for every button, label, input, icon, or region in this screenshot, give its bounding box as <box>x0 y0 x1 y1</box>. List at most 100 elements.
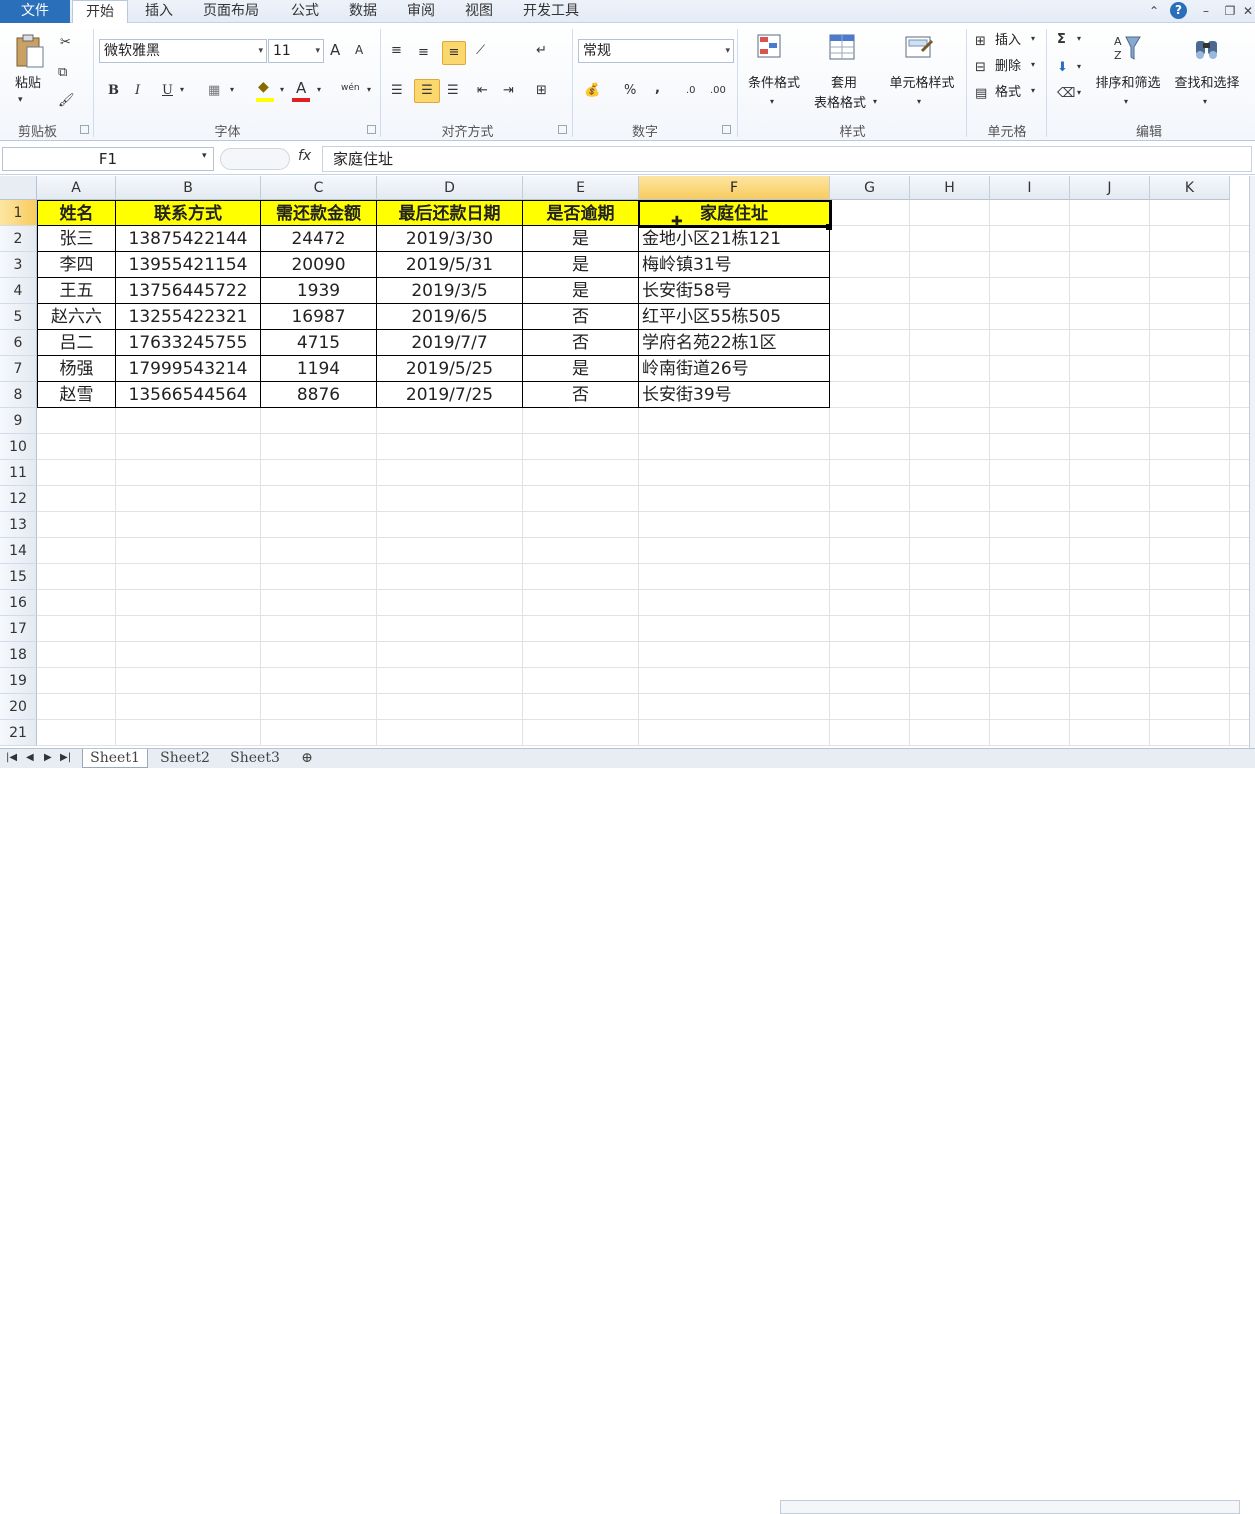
column-header-h[interactable]: H <box>910 176 990 200</box>
chevron-down-icon[interactable]: ▾ <box>367 85 371 94</box>
conditional-format-icon[interactable] <box>756 33 786 63</box>
table-cell[interactable]: 金地小区21栋121 <box>639 226 830 252</box>
wrap-text-icon[interactable]: ↵ <box>536 43 547 58</box>
table-cell[interactable]: 13566544564 <box>116 382 261 408</box>
format-painter-icon[interactable]: 🖌 <box>58 93 75 108</box>
table-cell[interactable]: 张三 <box>37 226 116 252</box>
table-cell[interactable]: 李四 <box>37 252 116 278</box>
shrink-font-icon[interactable]: A <box>355 43 363 57</box>
table-cell[interactable]: 2019/3/5 <box>377 278 523 304</box>
font-color-icon[interactable]: A <box>296 79 306 97</box>
chevron-down-icon[interactable]: ▾ <box>917 97 921 106</box>
chevron-down-icon[interactable]: ▾ <box>1203 97 1207 106</box>
row-header-13[interactable]: 13 <box>0 512 37 538</box>
table-cell[interactable]: 红平小区55栋505 <box>639 304 830 330</box>
italic-button[interactable]: I <box>135 83 140 98</box>
column-header-k[interactable]: K <box>1150 176 1230 200</box>
table-cell[interactable]: 17999543214 <box>116 356 261 382</box>
row-header-19[interactable]: 19 <box>0 668 37 694</box>
tab-review[interactable]: 审阅 <box>407 0 435 23</box>
delete-cells-icon[interactable]: ⊟ <box>975 60 986 75</box>
column-header-c[interactable]: C <box>261 176 377 200</box>
format-cells-button[interactable]: 格式 <box>995 84 1021 102</box>
column-header-f[interactable]: F <box>639 176 830 200</box>
currency-icon[interactable]: 💰 <box>584 83 600 98</box>
paste-dropdown-icon[interactable]: ▾ <box>18 95 23 105</box>
row-header-4[interactable]: 4 <box>0 278 37 304</box>
table-cell[interactable]: 是 <box>523 226 639 252</box>
cell-styles-icon[interactable] <box>904 33 934 63</box>
table-cell[interactable]: 赵六六 <box>37 304 116 330</box>
font-launcher-icon[interactable] <box>367 125 376 134</box>
table-header-cell[interactable]: 是否逾期 <box>523 200 639 226</box>
row-header-11[interactable]: 11 <box>0 460 37 486</box>
number-launcher-icon[interactable] <box>722 125 731 134</box>
decrease-indent-icon[interactable]: ⇤ <box>477 83 488 98</box>
cut-icon[interactable]: ✂ <box>60 35 71 50</box>
decrease-decimal-button[interactable]: .00 <box>710 85 726 96</box>
column-header-g[interactable]: G <box>830 176 910 200</box>
format-cells-icon[interactable]: ▤ <box>975 86 987 101</box>
format-as-table-button[interactable]: 表格格式 <box>808 95 872 113</box>
tab-page-layout[interactable]: 页面布局 <box>203 0 259 23</box>
sheet-tab-1[interactable]: Sheet1 <box>82 749 148 768</box>
chevron-down-icon[interactable]: ▾ <box>230 85 234 94</box>
column-header-d[interactable]: D <box>377 176 523 200</box>
table-cell[interactable]: 2019/3/30 <box>377 226 523 252</box>
help-icon[interactable]: ? <box>1170 2 1187 19</box>
orientation-icon[interactable]: ⟋ <box>476 43 485 58</box>
table-cell[interactable]: 2019/6/5 <box>377 304 523 330</box>
table-cell[interactable]: 1194 <box>261 356 377 382</box>
table-cell[interactable]: 是 <box>523 356 639 382</box>
table-cell[interactable]: 13875422144 <box>116 226 261 252</box>
sheet-tab-2[interactable]: Sheet2 <box>152 749 218 768</box>
restore-icon[interactable]: ❐ <box>1222 2 1238 20</box>
alignment-launcher-icon[interactable] <box>558 125 567 134</box>
delete-cells-button[interactable]: 删除 <box>995 58 1021 76</box>
insert-cells-icon[interactable]: ⊞ <box>975 34 986 49</box>
autosum-icon[interactable]: Σ <box>1057 32 1066 47</box>
row-header-6[interactable]: 6 <box>0 330 37 356</box>
vertical-scrollbar[interactable] <box>1249 176 1255 748</box>
phonetic-icon[interactable]: wén <box>341 83 360 93</box>
font-name-select[interactable]: 微软雅黑 ▾ <box>99 39 267 63</box>
chevron-down-icon[interactable]: ▾ <box>180 85 184 94</box>
table-cell[interactable]: 否 <box>523 330 639 356</box>
table-cell[interactable]: 2019/5/25 <box>377 356 523 382</box>
collapse-ribbon-icon[interactable]: ⌃ <box>1146 2 1162 20</box>
tab-data[interactable]: 数据 <box>349 0 377 23</box>
table-cell[interactable]: 20090 <box>261 252 377 278</box>
chevron-down-icon[interactable]: ▾ <box>1077 62 1081 71</box>
chevron-down-icon[interactable]: ▾ <box>1077 88 1081 97</box>
table-header-cell[interactable]: 联系方式 <box>116 200 261 226</box>
tab-formulas[interactable]: 公式 <box>291 0 319 23</box>
insert-cells-button[interactable]: 插入 <box>995 32 1021 50</box>
table-cell[interactable]: 梅岭镇31号 <box>639 252 830 278</box>
chevron-down-icon[interactable]: ▾ <box>202 151 207 161</box>
last-sheet-icon[interactable]: ▶| <box>60 752 71 763</box>
row-header-5[interactable]: 5 <box>0 304 37 330</box>
table-cell[interactable]: 长安街39号 <box>639 382 830 408</box>
row-header-10[interactable]: 10 <box>0 434 37 460</box>
prev-sheet-icon[interactable]: ◀ <box>26 752 34 763</box>
format-as-table-line1[interactable]: 套用 <box>828 75 860 93</box>
column-header-j[interactable]: J <box>1070 176 1150 200</box>
table-cell[interactable]: 2019/7/7 <box>377 330 523 356</box>
table-cell[interactable]: 岭南街道26号 <box>639 356 830 382</box>
copy-icon[interactable]: ⧉ <box>58 65 67 80</box>
table-cell[interactable]: 否 <box>523 304 639 330</box>
table-cell[interactable]: 24472 <box>261 226 377 252</box>
align-middle-icon[interactable]: ≡ <box>418 45 429 60</box>
merge-center-icon[interactable]: ⊞ <box>536 83 547 98</box>
chevron-down-icon[interactable]: ▾ <box>770 97 774 106</box>
row-header-8[interactable]: 8 <box>0 382 37 408</box>
chevron-down-icon[interactable]: ▾ <box>873 97 877 106</box>
chevron-down-icon[interactable]: ▾ <box>1124 97 1128 106</box>
insert-sheet-icon[interactable]: ⊕ <box>292 749 322 768</box>
chevron-down-icon[interactable]: ▾ <box>1031 34 1035 43</box>
row-header-17[interactable]: 17 <box>0 616 37 642</box>
comma-button[interactable]: , <box>655 81 660 96</box>
underline-button[interactable]: U <box>162 83 173 98</box>
table-cell[interactable]: 是 <box>523 252 639 278</box>
paste-button[interactable]: 粘贴 <box>10 75 46 93</box>
